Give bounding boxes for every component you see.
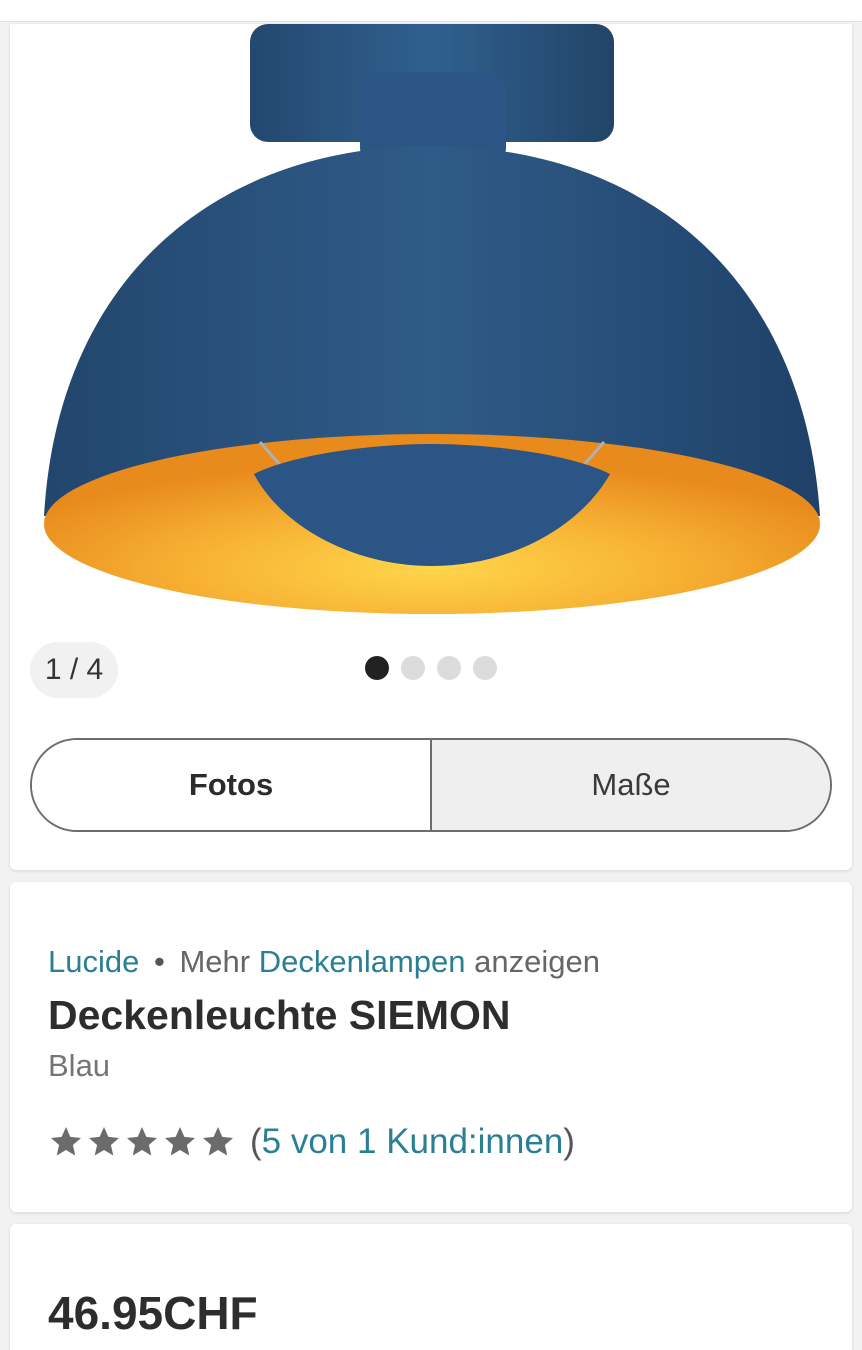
ceiling-lamp-image[interactable] (10, 24, 852, 644)
star-icon (203, 1127, 233, 1156)
star-icon (51, 1127, 81, 1156)
image-counter: 1 / 4 (30, 642, 118, 698)
breadcrumb-prefix: Mehr (179, 944, 251, 979)
star-icon (165, 1127, 195, 1156)
carousel-dot[interactable] (401, 656, 425, 680)
carousel-indicators[interactable] (365, 656, 497, 680)
star-icon (127, 1127, 157, 1156)
star-rating (48, 1124, 236, 1160)
bullet-separator: • (153, 944, 165, 979)
star-icon (89, 1127, 119, 1156)
carousel-dot[interactable] (365, 656, 389, 680)
category-link[interactable]: Deckenlampen (259, 944, 466, 979)
product-rating[interactable]: ( 5 von 1 Kund:innen ) (48, 1122, 575, 1162)
product-gallery: 1 / 4 Fotos Maße (10, 24, 852, 870)
carousel-dot[interactable] (473, 656, 497, 680)
rating-open-paren: ( (250, 1122, 262, 1161)
product-price: 46.95CHF (48, 1287, 258, 1339)
breadcrumb: Lucide • Mehr Deckenlampen anzeigen (48, 944, 600, 980)
top-bar (0, 0, 862, 22)
carousel-dot[interactable] (437, 656, 461, 680)
rating-close-paren: ) (563, 1122, 575, 1161)
product-info-card: Lucide • Mehr Deckenlampen anzeigen Deck… (10, 882, 852, 1212)
tab-dimensions[interactable]: Maße (432, 740, 830, 830)
reviews-link[interactable]: 5 von 1 Kund:innen (262, 1122, 564, 1162)
tab-photos[interactable]: Fotos (32, 740, 432, 830)
breadcrumb-suffix: anzeigen (474, 944, 600, 979)
price-card: 46.95CHF (10, 1224, 852, 1350)
gallery-view-toggle: Fotos Maße (30, 738, 832, 832)
product-title: Deckenleuchte SIEMON (48, 992, 511, 1038)
product-color: Blau (48, 1048, 111, 1083)
brand-link[interactable]: Lucide (48, 944, 139, 979)
